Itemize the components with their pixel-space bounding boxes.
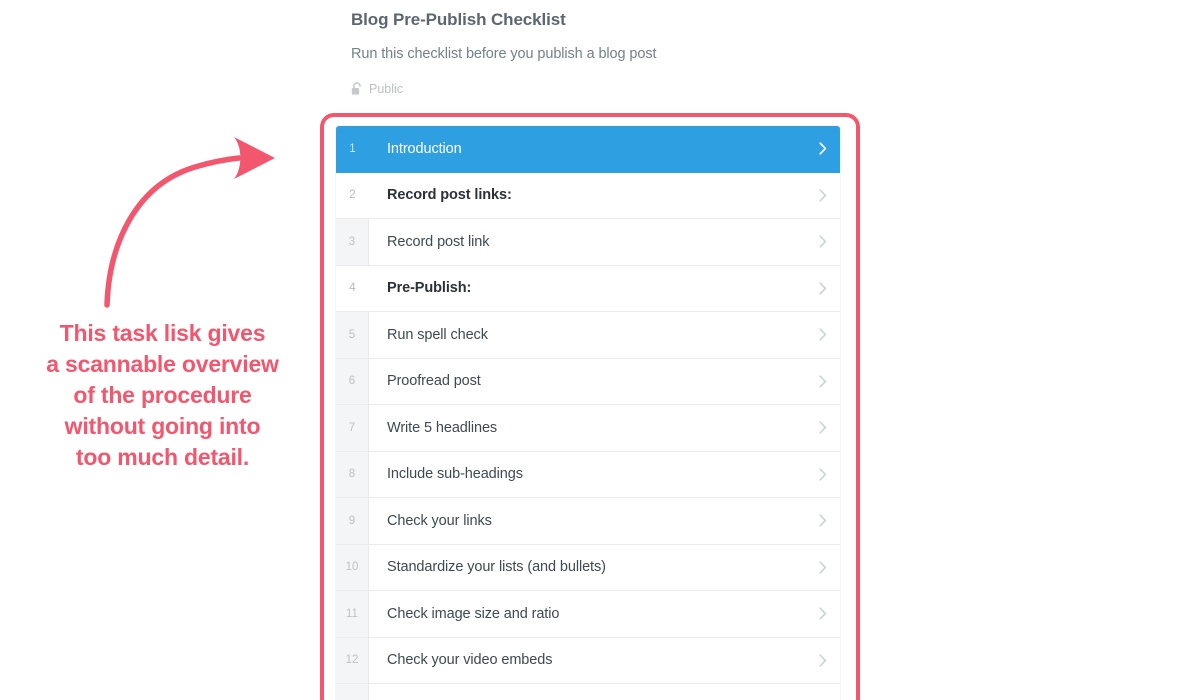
chevron-right-icon[interactable] bbox=[806, 266, 840, 312]
chevron-right-icon[interactable] bbox=[806, 312, 840, 358]
task-row[interactable]: 6 Proofread post bbox=[336, 358, 840, 405]
task-label: Run spell check bbox=[387, 326, 488, 343]
task-row[interactable]: 10 Standardize your lists (and bullets) bbox=[336, 544, 840, 591]
task-number: 12 bbox=[336, 637, 369, 683]
visibility-label: Public bbox=[369, 82, 404, 96]
task-number: 11 bbox=[336, 591, 369, 637]
page-subtitle: Run this checklist before you publish a … bbox=[351, 46, 657, 62]
curved-arrow-icon bbox=[104, 137, 275, 308]
annotation-line: a scannable overview bbox=[46, 351, 279, 377]
task-label: Standardize your lists (and bullets) bbox=[387, 559, 606, 576]
task-number: 10 bbox=[336, 544, 369, 590]
task-row[interactable]: 3 Record post link bbox=[336, 219, 840, 266]
chevron-right-icon[interactable] bbox=[806, 173, 840, 219]
task-row[interactable]: 5 Run spell check bbox=[336, 312, 840, 359]
task-number: 13 bbox=[336, 684, 369, 700]
chevron-right-icon[interactable] bbox=[806, 591, 840, 637]
annotation-line: This task lisk gives bbox=[59, 320, 266, 346]
task-row[interactable]: 2 Record post links: bbox=[336, 172, 840, 219]
task-label: Introduction bbox=[387, 140, 462, 157]
task-row[interactable]: 4 Pre-Publish: bbox=[336, 265, 840, 312]
task-label: Record post link bbox=[387, 233, 490, 250]
chevron-right-icon[interactable] bbox=[806, 359, 840, 405]
chevron-right-icon[interactable] bbox=[806, 452, 840, 498]
page-title: Blog Pre-Publish Checklist bbox=[351, 10, 566, 29]
task-label: Record post links: bbox=[387, 187, 512, 204]
task-row[interactable]: 1 Introduction bbox=[336, 126, 840, 173]
task-row[interactable]: 9 Check your links bbox=[336, 498, 840, 545]
task-number: 5 bbox=[336, 312, 369, 358]
annotation-line: of the procedure bbox=[73, 382, 252, 408]
task-row[interactable]: 12 Check your video embeds bbox=[336, 637, 840, 684]
task-label bbox=[369, 684, 806, 700]
task-number: 3 bbox=[336, 219, 369, 265]
visibility-badge[interactable]: Public bbox=[351, 82, 911, 96]
chevron-right-icon[interactable] bbox=[806, 405, 840, 451]
task-label: Include sub-headings bbox=[387, 466, 523, 483]
chevron-right-icon[interactable] bbox=[806, 638, 840, 684]
task-row[interactable]: 13 bbox=[336, 684, 840, 700]
task-row[interactable]: 11 Check image size and ratio bbox=[336, 591, 840, 638]
task-label: Pre-Publish: bbox=[387, 280, 472, 297]
chevron-right-icon[interactable] bbox=[806, 498, 840, 544]
chevron-right-icon[interactable] bbox=[806, 126, 840, 172]
chevron-right-icon[interactable] bbox=[806, 219, 840, 265]
task-number: 1 bbox=[349, 142, 356, 155]
annotation-caption: This task lisk gives a scannable overvie… bbox=[0, 318, 325, 473]
task-number: 2 bbox=[349, 189, 356, 202]
annotation-layer: This task lisk gives a scannable overvie… bbox=[0, 0, 330, 700]
task-number: 4 bbox=[349, 282, 356, 295]
annotation-line: too much detail. bbox=[75, 444, 250, 470]
open-padlock-icon bbox=[351, 82, 362, 96]
task-label: Proofread post bbox=[387, 373, 481, 390]
task-number: 9 bbox=[336, 498, 369, 544]
task-label: Check image size and ratio bbox=[387, 605, 560, 622]
task-row[interactable]: 7 Write 5 headlines bbox=[336, 405, 840, 452]
task-label: Write 5 headlines bbox=[387, 419, 498, 436]
annotation-line: without going into bbox=[64, 413, 261, 439]
chevron-right-icon[interactable] bbox=[806, 684, 840, 700]
task-number: 8 bbox=[336, 451, 369, 497]
chevron-right-icon[interactable] bbox=[806, 545, 840, 591]
checklist-document: Blog Pre-Publish Checklist Run this chec… bbox=[351, 0, 911, 96]
task-number: 7 bbox=[336, 405, 369, 451]
task-label: Check your links bbox=[387, 512, 492, 529]
task-list: 1 Introduction 2 Record post links: 3 Record … bbox=[336, 126, 840, 700]
task-number: 6 bbox=[336, 358, 369, 404]
task-row[interactable]: 8 Include sub-headings bbox=[336, 451, 840, 498]
task-label: Check your video embeds bbox=[387, 652, 553, 669]
